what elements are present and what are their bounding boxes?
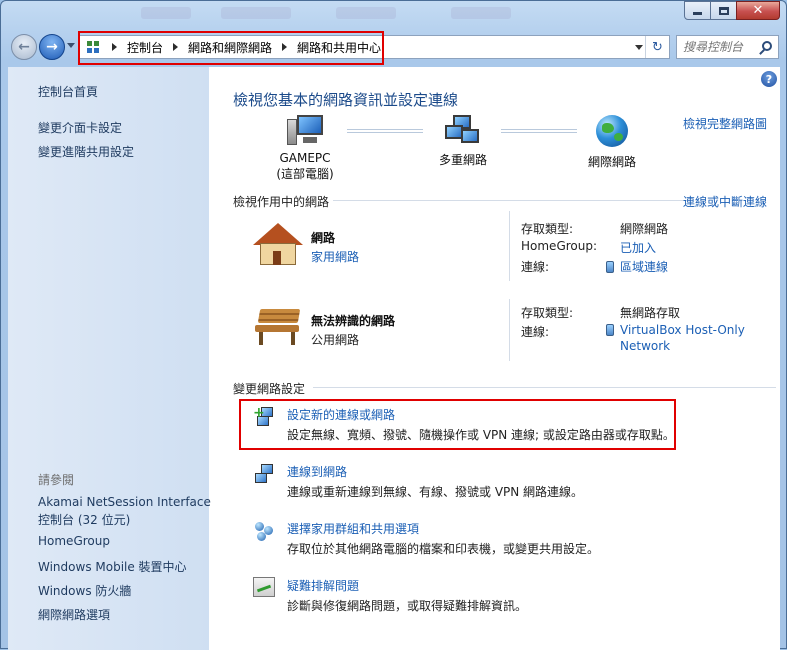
homegroup-icon (253, 520, 275, 542)
prop-connection-value-line2[interactable]: Network (620, 339, 670, 353)
minimize-icon (693, 12, 702, 15)
refresh-icon: ↻ (652, 39, 663, 55)
maximize-button[interactable] (710, 1, 737, 20)
search-icon[interactable] (762, 41, 772, 51)
prop-access-type-label: 存取類型: (521, 222, 574, 236)
map-node-multiple-networks[interactable]: 多重網路 (429, 115, 497, 168)
see-also-internet-options[interactable]: 網際網路選項 (38, 606, 110, 623)
prop-homegroup-label: HomeGroup: (521, 239, 598, 253)
prop-connection-label: 連線: (521, 260, 550, 274)
task-description: 連線或重新連線到無線、有線、撥號或 VPN 網路連線。 (287, 485, 584, 499)
connect-disconnect-link[interactable]: 連線或中斷連線 (683, 193, 767, 210)
task-title-link[interactable]: 疑難排解問題 (287, 577, 359, 594)
view-full-map-link[interactable]: 檢視完整網路圖 (683, 115, 767, 132)
title-bar (121, 1, 681, 23)
close-button[interactable]: ✕ (736, 1, 780, 20)
back-button[interactable]: ← (11, 34, 37, 60)
highlight-box-address (78, 31, 384, 65)
see-also-windows-mobile[interactable]: Windows Mobile 裝置中心 (38, 558, 187, 575)
ethernet-icon (606, 261, 614, 273)
prop-access-type-label: 存取類型: (521, 306, 574, 320)
home-network-icon (253, 223, 303, 267)
see-also-windows-firewall[interactable]: Windows 防火牆 (38, 582, 131, 599)
prop-connection-value[interactable]: 區域連線 (606, 258, 668, 275)
section-divider (333, 200, 690, 201)
search-box[interactable] (676, 35, 779, 59)
active-networks-heading: 檢視作用中的網路 (233, 195, 330, 209)
title-bar-blur (451, 7, 511, 19)
forward-button[interactable]: → (39, 34, 65, 60)
sidebar: 控制台首頁 變更介面卡設定 變更進階共用設定 請參閱 Akamai NetSes… (8, 67, 211, 650)
network-divider (509, 299, 510, 361)
map-connector-line (347, 129, 423, 133)
change-settings-heading: 變更網路設定 (233, 382, 306, 396)
prop-connection-value[interactable]: VirtualBox Host-Only (606, 323, 745, 337)
task-description: 存取位於其他網路電腦的檔案和印表機，或變更共用設定。 (287, 542, 600, 556)
connect-network-icon (253, 463, 277, 485)
troubleshoot-icon (253, 577, 275, 597)
address-dropdown-icon[interactable] (635, 45, 643, 50)
network-type-label: 公用網路 (311, 333, 360, 347)
map-internet-label: 網際網路 (587, 155, 636, 169)
title-bar-blur (141, 7, 191, 19)
task-description: 診斷與修復網路問題，或取得疑難排解資訊。 (287, 599, 528, 613)
back-arrow-icon: ← (18, 39, 30, 55)
map-computer-name: GAMEPC (279, 151, 331, 165)
see-also-heading: 請參閱 (38, 473, 75, 487)
window: ✕ ← → 控制台 網路和網際網路 網路和共用中心 ↻ 控制台首頁 變更介面卡設… (0, 0, 787, 650)
task-troubleshoot[interactable]: 疑難排解問題 診斷與修復網路問題，或取得疑難排解資訊。 (253, 577, 527, 613)
network-name: 網路 (311, 231, 336, 245)
task-title-link[interactable]: 連線到網路 (287, 463, 347, 480)
map-computer-sub: (這部電腦) (276, 167, 334, 181)
main-panel: 檢視您基本的網路資訊並設定連線 檢視完整網路圖 GAMEPC (這部電腦) 多重… (209, 67, 780, 650)
close-icon: ✕ (752, 3, 764, 18)
network-type-link[interactable]: 家用網路 (311, 248, 359, 265)
map-connector-line (501, 129, 577, 133)
map-node-computer[interactable]: GAMEPC (這部電腦) (273, 115, 337, 182)
public-network-icon (253, 307, 303, 347)
map-node-internet[interactable]: 網際網路 (581, 115, 643, 170)
search-input[interactable] (681, 39, 759, 55)
prop-access-type-value: 無網路存取 (620, 306, 681, 320)
task-homegroup-sharing[interactable]: 選擇家用群組和共用選項 存取位於其他網路電腦的檔案和印表機，或變更共用設定。 (253, 520, 599, 556)
network-name: 無法辨識的網路 (311, 314, 396, 328)
title-bar-blur (336, 7, 396, 19)
sidebar-item-control-panel-home[interactable]: 控制台首頁 (38, 83, 98, 100)
prop-connection-text: 區域連線 (620, 260, 669, 274)
multiple-networks-icon (443, 115, 483, 147)
sidebar-item-advanced-sharing[interactable]: 變更進階共用設定 (38, 143, 134, 160)
prop-connection-label: 連線: (521, 325, 550, 339)
map-middle-label: 多重網路 (438, 153, 487, 167)
task-title-link[interactable]: 選擇家用群組和共用選項 (287, 520, 419, 537)
globe-icon (596, 115, 628, 147)
prop-homegroup-value[interactable]: 已加入 (620, 239, 656, 256)
network-divider (509, 211, 510, 281)
highlight-box-task (239, 399, 676, 450)
content-area: 控制台首頁 變更介面卡設定 變更進階共用設定 請參閱 Akamai NetSes… (8, 67, 780, 650)
prop-connection-text: VirtualBox Host-Only (620, 323, 745, 337)
see-also-homegroup[interactable]: HomeGroup (38, 534, 110, 548)
maximize-icon (718, 6, 729, 15)
recent-pages-dropdown[interactable] (67, 43, 75, 48)
ethernet-icon (606, 324, 614, 336)
prop-access-type-value: 網際網路 (620, 222, 669, 236)
caption-buttons: ✕ (684, 1, 780, 20)
see-also-control-panel-32[interactable]: 控制台 (32 位元) (38, 511, 130, 528)
section-divider (313, 387, 776, 388)
sidebar-item-adapter-settings[interactable]: 變更介面卡設定 (38, 119, 122, 136)
computer-icon (287, 115, 323, 147)
minimize-button[interactable] (684, 1, 711, 20)
see-also-akamai[interactable]: Akamai NetSession Interface (38, 495, 211, 509)
title-bar-blur (221, 7, 291, 19)
page-title: 檢視您基本的網路資訊並設定連線 (233, 91, 459, 109)
refresh-button[interactable]: ↻ (645, 36, 669, 58)
forward-arrow-icon: → (46, 39, 58, 55)
